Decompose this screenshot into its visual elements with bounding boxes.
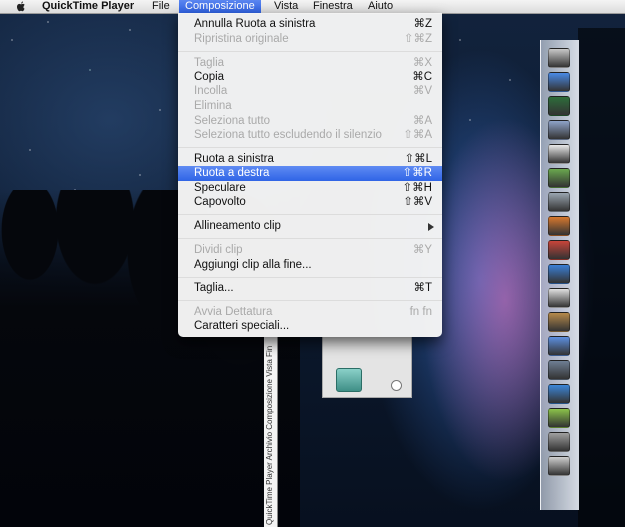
menu-item-cut[interactable]: Taglia ⌘X xyxy=(178,56,442,71)
menu-item-label: Allineamento clip xyxy=(194,220,281,232)
menu-item-label: Seleziona tutto escludendo il silenzio xyxy=(194,129,382,141)
menu-item-shortcut: ⌘Y xyxy=(412,244,432,256)
submenu-arrow-icon xyxy=(428,223,434,231)
menu-item-label: Ripristina originale xyxy=(194,33,289,45)
quicktime-icon xyxy=(336,368,362,392)
menu-item-paste[interactable]: Incolla ⌘V xyxy=(178,84,442,99)
menu-separator xyxy=(178,214,442,215)
menu-item-label: Ruota a sinistra xyxy=(194,153,274,165)
dock-app-icon[interactable] xyxy=(548,336,570,356)
menu-bar: QuickTime Player File Composizione Vista… xyxy=(0,0,625,14)
menu-item-label: Seleziona tutto xyxy=(194,115,271,127)
menu-item-rotate-right[interactable]: Ruota a destra ⇧⌘R xyxy=(178,166,442,181)
menu-item-split-clip[interactable]: Dividi clip ⌘Y xyxy=(178,243,442,258)
menu-vista[interactable]: Vista xyxy=(274,0,298,13)
rotated-window-menu-text: QuickTime Player Archivio Composizione V… xyxy=(265,345,274,525)
menu-item-shortcut: ⌘X xyxy=(412,57,432,69)
menu-item-label: Copia xyxy=(194,71,225,83)
dock-app-icon[interactable] xyxy=(548,312,570,332)
menu-file[interactable]: File xyxy=(152,0,170,13)
menu-item-shortcut: ⇧⌘R xyxy=(402,167,432,179)
menu-item-label: Speculare xyxy=(194,182,246,194)
menu-item-flip-horizontal[interactable]: Speculare ⇧⌘H xyxy=(178,181,442,196)
dock-app-icon[interactable] xyxy=(548,360,570,380)
help-icon[interactable] xyxy=(391,380,402,391)
dock-app-icon[interactable] xyxy=(548,72,570,92)
menu-item-shortcut: ⌘V xyxy=(412,85,432,97)
menu-item-rotate-left[interactable]: Ruota a sinistra ⇧⌘L xyxy=(178,152,442,167)
menu-item-delete[interactable]: Elimina xyxy=(178,99,442,114)
menu-item-undo-rotate-left[interactable]: Annulla Ruota a sinistra ⌘Z xyxy=(178,17,442,32)
menu-item-shortcut: ⌘T xyxy=(413,282,432,294)
menu-item-label: Taglia... xyxy=(194,282,234,294)
menu-item-label: Caratteri speciali... xyxy=(194,320,290,332)
menu-separator xyxy=(178,147,442,148)
dock-app-icon[interactable] xyxy=(548,240,570,260)
menu-item-label: Taglia xyxy=(194,57,225,69)
menu-item-label: Annulla Ruota a sinistra xyxy=(194,18,316,30)
menu-item-add-clip-to-end[interactable]: Aggiungi clip alla fine... xyxy=(178,258,442,273)
dock-app-icon[interactable] xyxy=(548,96,570,116)
dock-app-icon[interactable] xyxy=(548,432,570,452)
menu-item-shortcut: ⇧⌘V xyxy=(403,196,432,208)
menu-item-label: Avvia Dettatura xyxy=(194,306,273,318)
menu-item-label: Aggiungi clip alla fine... xyxy=(194,259,312,271)
menu-item-label: Elimina xyxy=(194,100,232,112)
menu-separator xyxy=(178,238,442,239)
menu-item-restore-original[interactable]: Ripristina originale ⇧⌘Z xyxy=(178,32,442,47)
menu-finestra[interactable]: Finestra xyxy=(313,0,353,13)
menu-separator xyxy=(178,51,442,52)
menu-item-shortcut: ⌘C xyxy=(412,71,432,83)
menu-item-special-characters[interactable]: Caratteri speciali... xyxy=(178,319,442,334)
dock-app-icon[interactable] xyxy=(548,120,570,140)
dock-app-icon[interactable] xyxy=(548,456,570,476)
menu-item-trim[interactable]: Taglia... ⌘T xyxy=(178,281,442,296)
menu-quicktime-player[interactable]: QuickTime Player xyxy=(42,0,134,13)
menu-item-select-all[interactable]: Seleziona tutto ⌘A xyxy=(178,114,442,129)
menu-item-shortcut: ⌘A xyxy=(412,115,432,127)
menu-item-label: Incolla xyxy=(194,85,228,97)
menu-composizione[interactable]: Composizione xyxy=(179,0,261,13)
menu-item-shortcut: ⇧⌘Z xyxy=(403,33,432,45)
menu-item-shortcut: ⇧⌘L xyxy=(404,153,432,165)
menu-separator xyxy=(178,300,442,301)
dock-app-icon[interactable] xyxy=(548,48,570,68)
dock-app-icon[interactable] xyxy=(548,144,570,164)
menu-item-label: Ruota a destra xyxy=(194,167,270,179)
menu-item-clip-alignment[interactable]: Allineamento clip xyxy=(178,219,442,234)
menu-item-shortcut: ⌘Z xyxy=(413,18,432,30)
menu-separator xyxy=(178,277,442,278)
menu-item-shortcut: ⇧⌘H xyxy=(402,182,432,194)
menu-item-shortcut: fn fn xyxy=(409,306,432,318)
dock-app-icon[interactable] xyxy=(548,408,570,428)
menu-item-label: Capovolto xyxy=(194,196,246,208)
menu-item-flip-vertical[interactable]: Capovolto ⇧⌘V xyxy=(178,195,442,210)
menu-item-select-all-excluding-silence[interactable]: Seleziona tutto escludendo il silenzio ⇧⌘… xyxy=(178,128,442,143)
dock-app-icon[interactable] xyxy=(548,216,570,236)
dock-app-icon[interactable] xyxy=(548,384,570,404)
apple-icon[interactable] xyxy=(14,0,28,13)
dock-app-icon[interactable] xyxy=(548,264,570,284)
menu-item-copy[interactable]: Copia ⌘C xyxy=(178,70,442,85)
menu-item-start-dictation[interactable]: Avvia Dettatura fn fn xyxy=(178,305,442,320)
screen-edge-shadow xyxy=(578,28,625,527)
menu-aiuto[interactable]: Aiuto xyxy=(368,0,393,13)
menu-item-label: Dividi clip xyxy=(194,244,243,256)
dock-app-icon[interactable] xyxy=(548,288,570,308)
dock-app-icon[interactable] xyxy=(548,168,570,188)
menu-item-shortcut: ⇧⌘A xyxy=(403,129,432,141)
composizione-menu: Annulla Ruota a sinistra ⌘Z Ripristina or… xyxy=(178,13,442,337)
dock-app-icon[interactable] xyxy=(548,192,570,212)
